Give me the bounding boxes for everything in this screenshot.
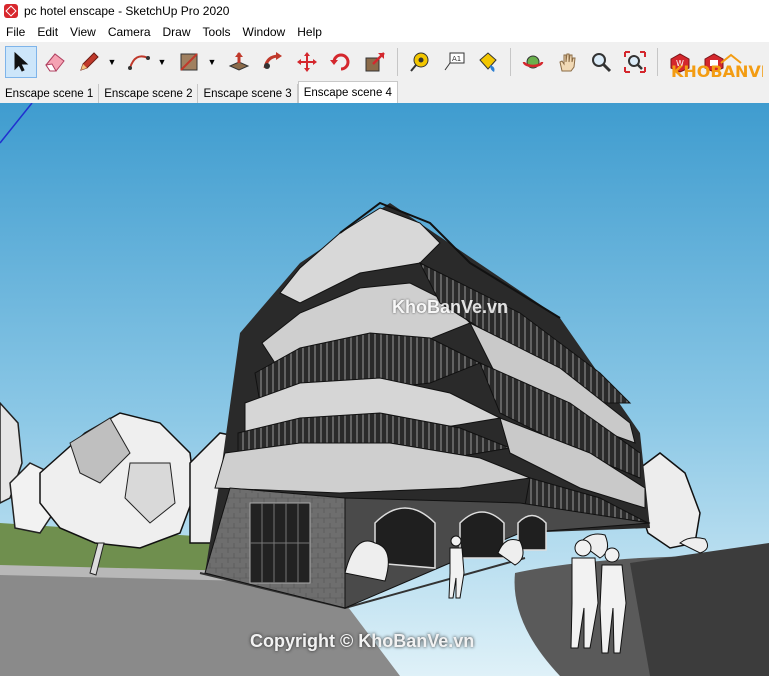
copyright-text: Copyright © KhoBanVe.vn [250, 631, 475, 651]
toolbar-separator [657, 48, 658, 76]
menu-edit[interactable]: Edit [31, 25, 64, 39]
hotel-model-render [0, 103, 769, 676]
zoom-extents-icon [624, 51, 646, 73]
menu-window[interactable]: Window [237, 25, 292, 39]
svg-text:KHOBANVE: KHOBANVE [671, 62, 763, 81]
scene-tab-bar: Enscape scene 1 Enscape scene 2 Enscape … [0, 81, 769, 104]
orbit-icon [522, 55, 544, 69]
push-pull-icon [228, 52, 250, 71]
zoom-extents-tool-button[interactable] [619, 46, 651, 78]
follow-me-tool-button[interactable] [257, 46, 289, 78]
zoom-tool-button[interactable] [585, 46, 617, 78]
zoom-icon [592, 53, 612, 73]
menu-help[interactable]: Help [291, 25, 328, 39]
select-tool-button[interactable] [5, 46, 37, 78]
sketchup-app-icon [4, 4, 18, 18]
window-title: pc hotel enscape - SketchUp Pro 2020 [24, 4, 230, 18]
title-bar: pc hotel enscape - SketchUp Pro 2020 [0, 0, 769, 22]
khobanve-logo: KHOBANVE [671, 52, 763, 84]
menu-camera[interactable]: Camera [102, 25, 157, 39]
eraser-tool-button[interactable] [39, 46, 71, 78]
rotate-tool-button[interactable] [325, 46, 357, 78]
tab-enscape-scene-1[interactable]: Enscape scene 1 [0, 84, 100, 103]
menu-draw[interactable]: Draw [157, 25, 197, 39]
model-viewport[interactable]: KhoBanVe.vn Copyright © KhoBanVe.vn [0, 103, 769, 676]
toolbar-separator [510, 48, 511, 76]
arc-tool-button[interactable] [123, 46, 155, 78]
tab-enscape-scene-3[interactable]: Enscape scene 3 [198, 84, 298, 103]
orbit-tool-button[interactable] [517, 46, 549, 78]
menu-file[interactable]: File [0, 25, 31, 39]
rectangle-tool-button[interactable] [173, 46, 205, 78]
tape-measure-tool-button[interactable] [404, 46, 436, 78]
eraser-icon [45, 53, 65, 72]
pencil-icon [80, 52, 99, 71]
menu-bar: File Edit View Camera Draw Tools Window … [0, 22, 769, 42]
tab-enscape-scene-2[interactable]: Enscape scene 2 [99, 84, 199, 103]
move-tool-button[interactable] [291, 46, 323, 78]
toolbar-separator [397, 48, 398, 76]
rectangle-icon [180, 53, 198, 71]
text-tool-button[interactable]: A1 [438, 46, 470, 78]
pan-icon [559, 53, 576, 72]
arc-dropdown-arrow-icon[interactable]: ▼ [156, 46, 168, 78]
rotate-icon [330, 53, 350, 71]
svg-text:A1: A1 [452, 55, 461, 63]
rectangle-dropdown-arrow-icon[interactable]: ▼ [206, 46, 218, 78]
move-icon [297, 52, 317, 72]
arc-icon [128, 55, 150, 70]
push-pull-tool-button[interactable] [223, 46, 255, 78]
menu-view[interactable]: View [64, 25, 102, 39]
watermark-text: KhoBanVe.vn [392, 297, 509, 317]
pencil-dropdown-arrow-icon[interactable]: ▼ [106, 46, 118, 78]
menu-tools[interactable]: Tools [197, 25, 237, 39]
main-toolbar: ▼ ▼ ▼ A1 W KHOBANVE [0, 42, 769, 83]
pencil-tool-button[interactable] [73, 46, 105, 78]
paint-bucket-tool-button[interactable] [472, 46, 504, 78]
scale-icon [365, 52, 385, 72]
select-arrow-icon [14, 51, 29, 72]
follow-me-icon [263, 52, 282, 69]
khobanve-logo-mark: KHOBANVE [671, 53, 763, 81]
text-icon: A1 [444, 52, 465, 71]
pan-tool-button[interactable] [551, 46, 583, 78]
scale-tool-button[interactable] [359, 46, 391, 78]
tape-measure-icon [410, 52, 429, 72]
tab-enscape-scene-4[interactable]: Enscape scene 4 [297, 81, 398, 103]
paint-bucket-icon [479, 52, 497, 72]
